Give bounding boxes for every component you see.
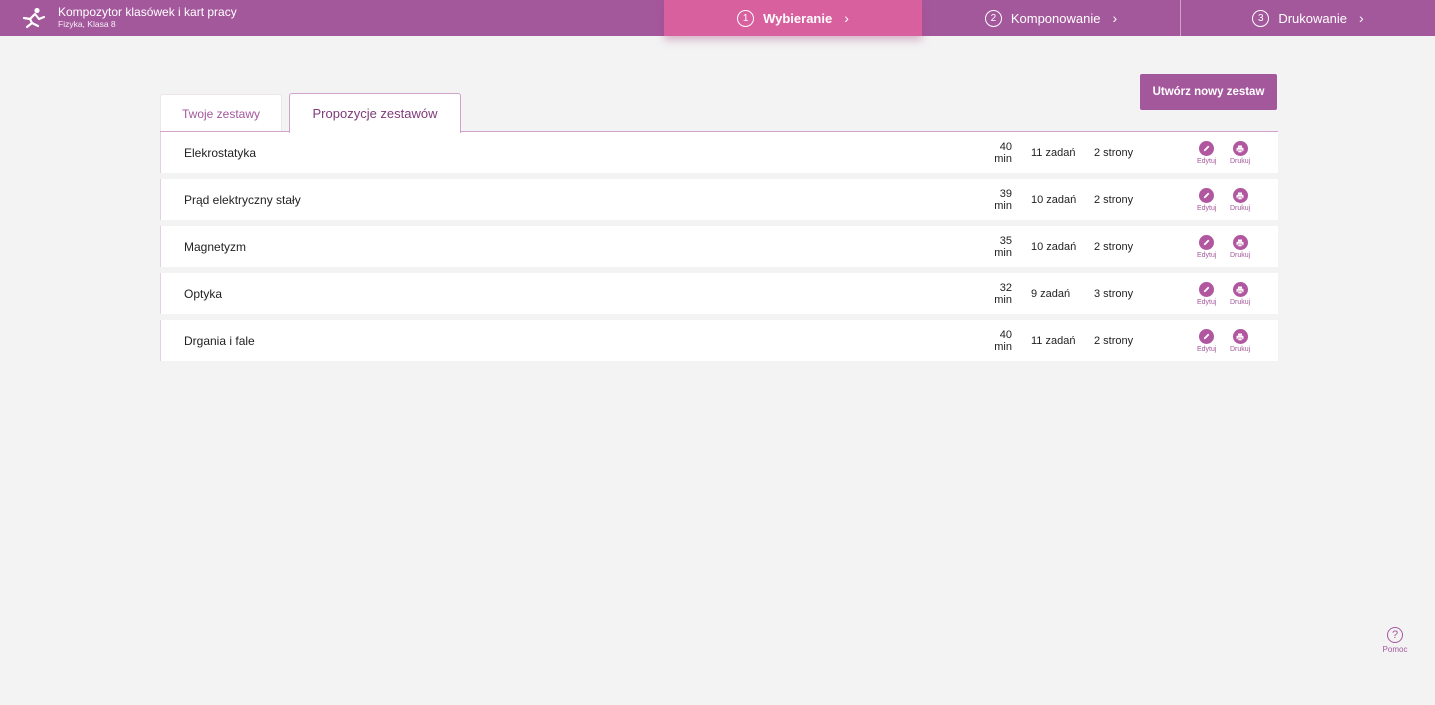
chevron-right-icon: › bbox=[844, 10, 849, 26]
printer-icon bbox=[1232, 329, 1248, 344]
set-name: Magnetyzm bbox=[184, 239, 247, 254]
print-label: Drukuj bbox=[1230, 252, 1251, 259]
edit-button[interactable]: Edytuj bbox=[1197, 329, 1216, 353]
set-time: 40 min bbox=[994, 140, 1012, 165]
tab-twoje-zestawy[interactable]: Twoje zestawy bbox=[160, 94, 282, 132]
set-time: 35 min bbox=[994, 234, 1012, 259]
set-time: 32 min bbox=[994, 281, 1012, 306]
sets-list: Elekrostatyka 40 min 11 zadań 2 strony Edytu… bbox=[160, 131, 1278, 367]
print-button[interactable]: Drukuj bbox=[1230, 188, 1250, 212]
pencil-icon bbox=[1199, 141, 1215, 156]
edit-button[interactable]: Edytuj bbox=[1197, 141, 1216, 165]
step-number: 1 bbox=[737, 9, 755, 27]
step-label: Wybieranie bbox=[763, 10, 833, 26]
step-number: 3 bbox=[1252, 9, 1270, 27]
print-button[interactable]: Drukuj bbox=[1230, 235, 1250, 259]
chevron-right-icon: › bbox=[1112, 10, 1118, 26]
set-pages: 2 strony bbox=[1094, 240, 1134, 253]
app-title: Kompozytor klasówek i kart pracy bbox=[58, 5, 237, 20]
set-row[interactable]: Elekrostatyka 40 min 11 zadań 2 strony Edytu… bbox=[160, 132, 1278, 173]
set-row[interactable]: Prąd elektryczny stały 39 min 10 zadań 2 st… bbox=[160, 179, 1278, 220]
print-label: Drukuj bbox=[1230, 158, 1251, 165]
edit-label: Edytuj bbox=[1197, 158, 1217, 165]
print-label: Drukuj bbox=[1230, 205, 1251, 212]
set-tasks: 10 zadań bbox=[1031, 240, 1077, 253]
set-name: Elekrostatyka bbox=[184, 145, 257, 160]
help-icon: ? bbox=[1387, 627, 1403, 643]
edit-label: Edytuj bbox=[1197, 252, 1217, 259]
edit-button[interactable]: Edytuj bbox=[1197, 235, 1216, 259]
print-label: Drukuj bbox=[1230, 299, 1251, 306]
set-time: 40 min bbox=[994, 328, 1012, 353]
brand: Kompozytor klasówek i kart pracy Fizyka,… bbox=[0, 0, 664, 36]
help-button[interactable]: ? Pomoc bbox=[1380, 627, 1410, 654]
printer-icon bbox=[1232, 188, 1248, 203]
running-person-icon bbox=[20, 6, 48, 30]
set-pages: 2 strony bbox=[1094, 146, 1134, 159]
pencil-icon bbox=[1199, 282, 1215, 297]
set-pages: 3 strony bbox=[1094, 287, 1134, 300]
print-label: Drukuj bbox=[1230, 346, 1251, 353]
top-bar: Kompozytor klasówek i kart pracy Fizyka,… bbox=[0, 0, 1435, 36]
set-tasks: 11 zadań bbox=[1031, 146, 1076, 159]
set-tasks: 11 zadań bbox=[1031, 334, 1076, 347]
tab-propozycje-zestawow[interactable]: Propozycje zestawów bbox=[289, 93, 461, 133]
edit-label: Edytuj bbox=[1197, 205, 1217, 212]
set-row[interactable]: Optyka 32 min 9 zadań 3 strony Edytuj Drukuj bbox=[160, 273, 1278, 314]
app-subtitle: Fizyka, Klasa 8 bbox=[58, 19, 116, 30]
printer-icon bbox=[1232, 235, 1248, 250]
set-row[interactable]: Drgania i fale 40 min 11 zadań 2 strony Edyt… bbox=[160, 320, 1278, 361]
set-name: Drgania i fale bbox=[184, 333, 255, 348]
set-tasks: 9 zadań bbox=[1031, 287, 1071, 300]
printer-icon bbox=[1232, 141, 1248, 156]
set-row[interactable]: Magnetyzm 35 min 10 zadań 2 strony Edytuj Dru… bbox=[160, 226, 1278, 267]
edit-label: Edytuj bbox=[1197, 299, 1217, 306]
set-name: Prąd elektryczny stały bbox=[184, 192, 301, 207]
set-name: Optyka bbox=[184, 286, 223, 301]
print-button[interactable]: Drukuj bbox=[1230, 329, 1250, 353]
help-label: Pomoc bbox=[1382, 645, 1408, 654]
set-time: 39 min bbox=[994, 187, 1012, 212]
step-wybieranie[interactable]: 1 Wybieranie › bbox=[664, 0, 922, 36]
edit-button[interactable]: Edytuj bbox=[1197, 282, 1216, 306]
step-drukowanie[interactable]: 3 Drukowanie › bbox=[1181, 0, 1435, 36]
edit-button[interactable]: Edytuj bbox=[1197, 188, 1216, 212]
pencil-icon bbox=[1199, 235, 1215, 250]
step-label: Komponowanie bbox=[1010, 10, 1101, 26]
step-label: Drukowanie bbox=[1278, 10, 1347, 26]
pencil-icon bbox=[1199, 188, 1215, 203]
set-pages: 2 strony bbox=[1094, 193, 1134, 206]
edit-label: Edytuj bbox=[1197, 346, 1217, 353]
chevron-right-icon: › bbox=[1358, 10, 1364, 26]
create-new-set-button[interactable]: Utwórz nowy zestaw bbox=[1140, 74, 1277, 110]
wizard-steps: 1 Wybieranie › 2 Komponowanie › 3 Drukow… bbox=[664, 0, 1435, 36]
print-button[interactable]: Drukuj bbox=[1230, 282, 1250, 306]
set-tasks: 10 zadań bbox=[1031, 193, 1077, 206]
step-komponowanie[interactable]: 2 Komponowanie › bbox=[922, 0, 1181, 36]
pencil-icon bbox=[1199, 329, 1215, 344]
print-button[interactable]: Drukuj bbox=[1230, 141, 1250, 165]
printer-icon bbox=[1232, 282, 1248, 297]
step-number: 2 bbox=[984, 9, 1002, 27]
set-pages: 2 strony bbox=[1094, 334, 1134, 347]
